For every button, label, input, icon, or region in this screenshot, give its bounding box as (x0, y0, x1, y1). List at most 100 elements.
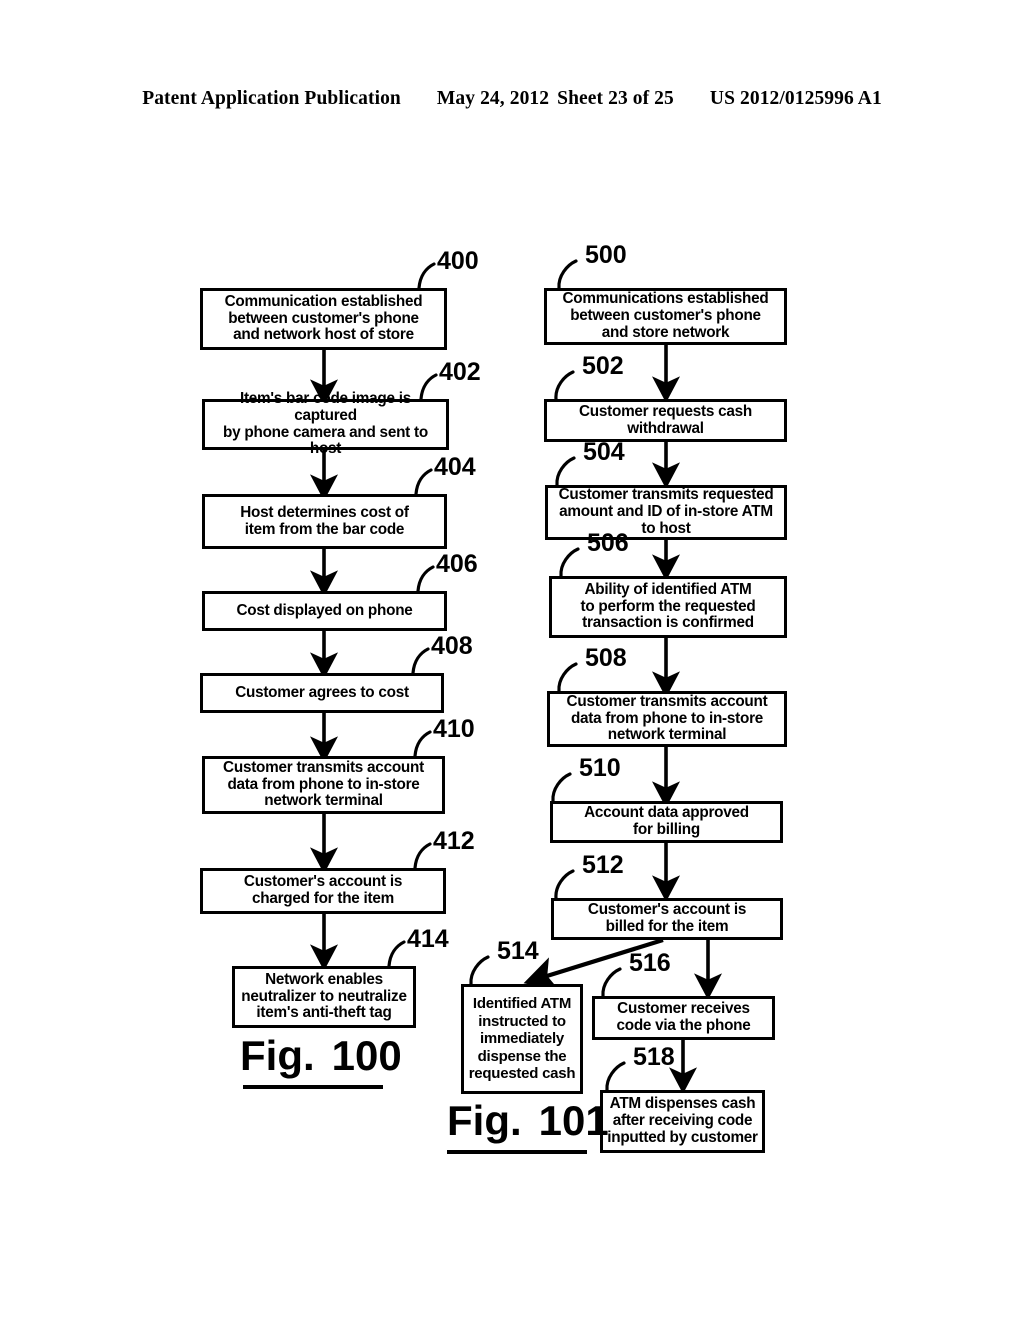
node-404-line-1: Host determines cost of (240, 503, 409, 521)
ref-numeral-410: 410 (433, 715, 475, 743)
flow-node-518: ATM dispenses cash after receiving code in… (600, 1090, 765, 1153)
fig101-number: 101 (538, 1097, 609, 1144)
ref-numeral-508: 508 (585, 644, 627, 672)
node-410-line-1: Customer transmits account (223, 758, 424, 776)
patent-drawing-sheet: Patent Application Publication May 24, 20… (0, 0, 1024, 1320)
flow-node-408: Customer agrees to cost (200, 673, 444, 713)
ref-numeral-514: 514 (497, 937, 539, 965)
node-408-line-1: Customer agrees to cost (235, 683, 409, 701)
node-506-line-1: Ability of identified ATM (584, 580, 752, 598)
header-sheet: Sheet 23 of 25 (557, 88, 674, 109)
node-410-line-3: network terminal (264, 792, 383, 810)
flow-node-402: Item's bar code image is captured by phon… (202, 390, 449, 457)
node-512-line-1: Customer's account is (587, 901, 747, 919)
leader-504 (555, 456, 576, 487)
flow-node-512: Customer's account is billed for the item (551, 898, 783, 940)
node-506-line-2: to perform the requested (580, 597, 756, 615)
ref-numeral-506: 506 (587, 529, 629, 557)
sheet-header: Patent Application Publication May 24, 20… (0, 88, 1024, 110)
leader-412 (413, 842, 432, 870)
node-400-line-1: Communication established (224, 292, 423, 310)
node-414-line-1: Network enables (265, 970, 383, 988)
fig100-prefix: Fig. (240, 1032, 315, 1079)
node-500-line-2: between customer's phone (570, 307, 761, 325)
node-406-line-1: Cost displayed on phone (236, 601, 413, 619)
flow-node-510: Account data approved for billing (550, 801, 783, 843)
node-402-line-1: Item's bar code image is captured (239, 389, 412, 424)
leader-400 (417, 262, 436, 290)
header-docnumber: US 2012/0125996 A1 (709, 88, 882, 109)
flow-node-508: Customer transmits account data from phon… (547, 691, 787, 747)
flow-node-410: Customer transmits account data from phon… (202, 756, 445, 814)
ref-numeral-406: 406 (436, 550, 478, 578)
leader-406 (416, 565, 435, 593)
leader-514 (469, 955, 490, 986)
leader-410 (413, 730, 432, 758)
ref-numeral-402: 402 (439, 358, 481, 386)
ref-numeral-502: 502 (582, 352, 624, 380)
leader-506 (559, 547, 580, 578)
node-510-line-2: for billing (633, 821, 700, 838)
node-400-line-2: between customer's phone (228, 309, 419, 327)
ref-numeral-400: 400 (437, 247, 479, 275)
flow-node-404: Host determines cost of item from the bar… (202, 494, 447, 549)
node-412-line-2: charged for the item (251, 890, 395, 907)
figure-caption-100: Fig. 100 (240, 1035, 402, 1077)
leader-502 (554, 370, 575, 401)
flow-node-406: Cost displayed on phone (202, 591, 447, 631)
ref-numeral-408: 408 (431, 632, 473, 660)
ref-numeral-500: 500 (585, 241, 627, 269)
node-514-line-4: dispense the (477, 1047, 567, 1065)
flow-node-504: Customer transmits requested amount and I… (545, 485, 787, 540)
node-512-line-2: billed for the item (605, 918, 729, 935)
node-502-line-1: Customer requests cash (578, 402, 753, 420)
leader-414 (387, 940, 406, 968)
node-414-line-2: neutralizer to neutralize (241, 987, 407, 1005)
ref-numeral-516: 516 (629, 949, 671, 977)
flow-node-414: Network enables neutralizer to neutralize… (232, 966, 416, 1028)
ref-numeral-518: 518 (633, 1043, 675, 1071)
leader-508 (557, 662, 578, 693)
node-514-line-3: immediately (480, 1030, 564, 1048)
node-518-line-2: after receiving code (612, 1112, 753, 1130)
flow-node-400: Communication established between custome… (200, 288, 447, 350)
node-400-line-3: and network host of store (233, 326, 414, 344)
header-publication: Patent Application Publication (142, 88, 401, 109)
flow-node-502: Customer requests cash withdrawal (544, 399, 787, 442)
leader-512 (554, 869, 575, 900)
figure-caption-101-rule (447, 1150, 587, 1154)
node-402-line-2: by phone camera and sent to host (223, 423, 428, 458)
node-516-line-2: code via the phone (616, 1017, 751, 1034)
figure-caption-101: Fig. 101 (447, 1100, 609, 1142)
ref-numeral-404: 404 (434, 453, 476, 481)
node-502-line-2: withdrawal (627, 419, 704, 437)
node-410-line-2: data from phone to in-store (227, 775, 420, 793)
node-504-line-1: Customer transmits requested (558, 486, 774, 504)
ref-numeral-504: 504 (583, 438, 625, 466)
node-518-line-1: ATM dispenses cash (609, 1095, 756, 1113)
flow-node-516: Customer receives code via the phone (592, 996, 775, 1040)
figure-caption-100-rule (243, 1085, 383, 1089)
node-504-line-2: amount and ID of in-store ATM (559, 503, 773, 521)
node-518-line-3: inputted by customer (607, 1128, 758, 1146)
node-510-line-1: Account data approved (584, 804, 749, 822)
flow-node-514: Identified ATM instructed to immediately di… (461, 984, 583, 1094)
fig100-number: 100 (331, 1032, 402, 1079)
flow-node-500: Communications established between custom… (544, 288, 787, 345)
node-500-line-3: and store network (601, 323, 730, 341)
leader-510 (551, 772, 572, 803)
ref-numeral-412: 412 (433, 827, 475, 855)
node-506-line-3: transaction is confirmed (582, 614, 754, 632)
flow-node-506: Ability of identified ATM to perform the … (549, 576, 787, 638)
node-414-line-3: item's anti-theft tag (256, 1004, 392, 1022)
leader-518 (605, 1061, 626, 1092)
node-514-line-5: requested cash (468, 1065, 576, 1083)
node-508-line-2: data from phone to in-store (570, 709, 764, 727)
leader-516 (601, 967, 622, 998)
leader-408 (411, 647, 430, 675)
leader-500 (557, 259, 578, 290)
node-404-line-2: item from the bar code (244, 520, 405, 538)
node-508-line-3: network terminal (607, 726, 727, 744)
node-508-line-1: Customer transmits account (566, 692, 768, 710)
leader-404 (414, 468, 433, 496)
